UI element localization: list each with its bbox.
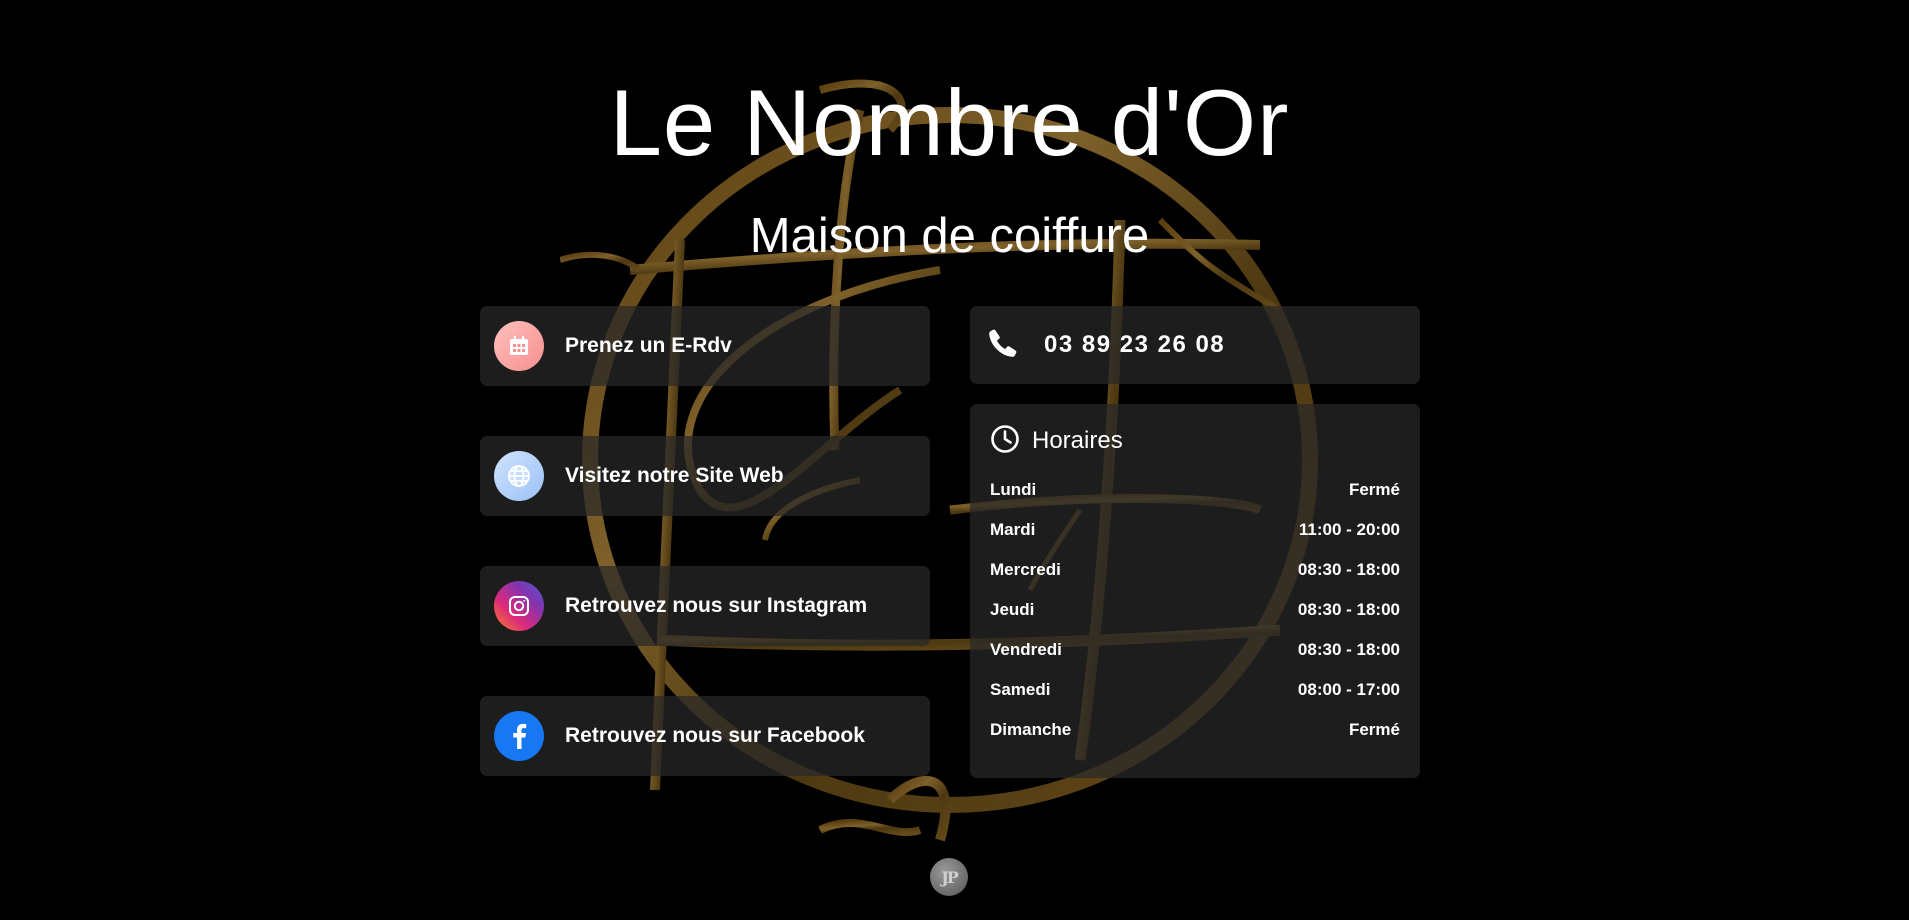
instagram-link-label: Retrouvez nous sur Instagram — [565, 594, 868, 617]
hours-row-lundi: Lundi Fermé — [990, 470, 1400, 510]
time-value: 08:00 - 17:00 — [1297, 680, 1400, 699]
hours-row-jeudi: Jeudi 08:30 - 18:00 — [990, 590, 1400, 630]
page: Le Nombre d'Or Maison de coiffure Prenez… — [0, 0, 1909, 920]
facebook-link-button[interactable]: Retrouvez nous sur Facebook — [480, 696, 930, 776]
time-value: 08:30 - 18:00 — [1297, 600, 1400, 619]
facebook-link-label: Retrouvez nous sur Facebook — [565, 724, 865, 747]
day-label: Samedi — [990, 680, 1051, 699]
time-value: 11:00 - 20:00 — [1298, 520, 1400, 539]
clock-icon — [990, 424, 1020, 459]
hours-row-mardi: Mardi 11:00 - 20:00 — [990, 510, 1400, 550]
day-label: Mercredi — [990, 560, 1061, 579]
day-label: Vendredi — [990, 640, 1062, 659]
phone-number: 03 89 23 26 08 — [1044, 331, 1226, 358]
time-value: Fermé — [1348, 720, 1400, 739]
day-label: Mardi — [990, 520, 1036, 539]
hours-row-vendredi: Vendredi 08:30 - 18:00 — [990, 630, 1400, 670]
appointment-link-button[interactable]: Prenez un E-Rdv — [480, 306, 930, 386]
website-link-button[interactable]: Visitez notre Site Web — [480, 436, 930, 516]
day-label: Lundi — [990, 480, 1037, 499]
globe-icon — [494, 451, 544, 501]
footer-logo-text: JP — [941, 867, 959, 887]
instagram-icon — [494, 581, 544, 631]
calendar-icon — [494, 321, 544, 371]
time-value: Fermé — [1348, 480, 1400, 499]
page-subtitle: Maison de coiffure — [749, 209, 1150, 263]
appointment-link-label: Prenez un E-Rdv — [565, 334, 732, 357]
website-link-label: Visitez notre Site Web — [565, 464, 784, 487]
hours-header: Horaires — [990, 424, 1400, 458]
day-label: Dimanche — [990, 720, 1072, 739]
page-title: Le Nombre d'Or — [609, 70, 1290, 175]
phone-icon — [988, 328, 1018, 363]
hours-title: Horaires — [1032, 427, 1123, 454]
day-label: Jeudi — [990, 600, 1035, 619]
hours-row-dimanche: Dimanche Fermé — [990, 710, 1400, 750]
opening-hours-card: Horaires Lundi Fermé Mardi 11:00 - 20:00… — [970, 404, 1420, 778]
facebook-icon — [494, 711, 544, 761]
time-value: 08:30 - 18:00 — [1297, 560, 1400, 579]
instagram-link-button[interactable]: Retrouvez nous sur Instagram — [480, 566, 930, 646]
phone-call-button[interactable]: 03 89 23 26 08 — [970, 306, 1420, 384]
hours-row-samedi: Samedi 08:00 - 17:00 — [990, 670, 1400, 710]
time-value: 08:30 - 18:00 — [1297, 640, 1400, 659]
footer-logo-button[interactable]: JP — [930, 858, 968, 896]
hours-row-mercredi: Mercredi 08:30 - 18:00 — [990, 550, 1400, 590]
